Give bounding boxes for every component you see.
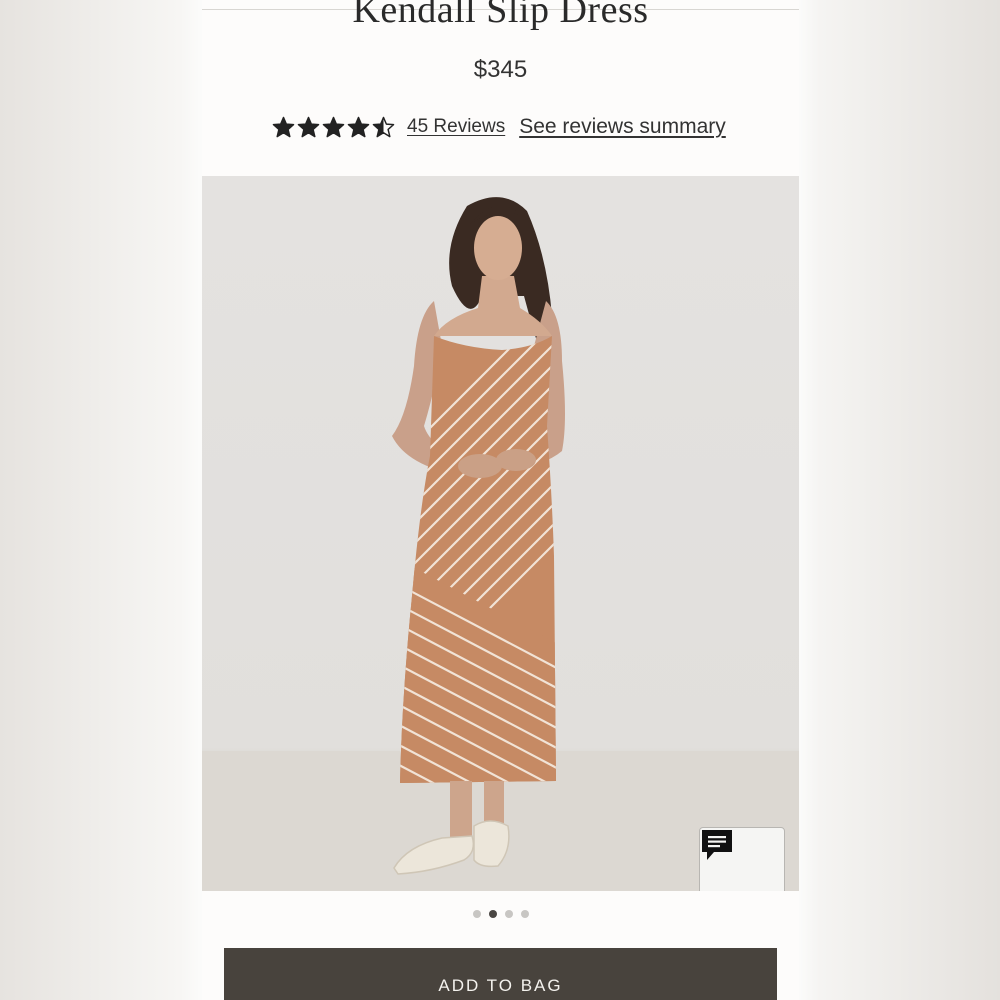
star-full-icon — [297, 116, 320, 137]
star-full-icon — [347, 116, 370, 137]
carousel-dot[interactable] — [520, 910, 529, 918]
chat-bubble-icon — [702, 830, 732, 860]
star-half-icon — [372, 116, 395, 137]
star-full-icon — [272, 116, 295, 137]
reviews-link[interactable]: 45 Reviews — [407, 116, 505, 138]
product-page: Kendall Slip Dress $345 45 Reviews See r… — [202, 0, 799, 1000]
model-photo — [202, 197, 799, 891]
reviews-summary-link[interactable]: See reviews summary — [519, 115, 726, 139]
product-image[interactable] — [202, 176, 799, 891]
product-price: $345 — [473, 56, 528, 83]
add-to-bag-button[interactable]: ADD TO BAG — [224, 948, 777, 1000]
carousel-pagination — [202, 910, 799, 918]
product-title: Kendall Slip Dress — [352, 0, 649, 31]
star-rating — [272, 116, 395, 139]
star-full-icon — [322, 116, 345, 137]
carousel-dot[interactable] — [472, 910, 481, 918]
chat-button[interactable] — [699, 827, 785, 891]
carousel-dot[interactable] — [504, 910, 513, 918]
rating-row: 45 Reviews See reviews summary — [272, 112, 726, 142]
carousel-dot[interactable] — [488, 910, 497, 918]
